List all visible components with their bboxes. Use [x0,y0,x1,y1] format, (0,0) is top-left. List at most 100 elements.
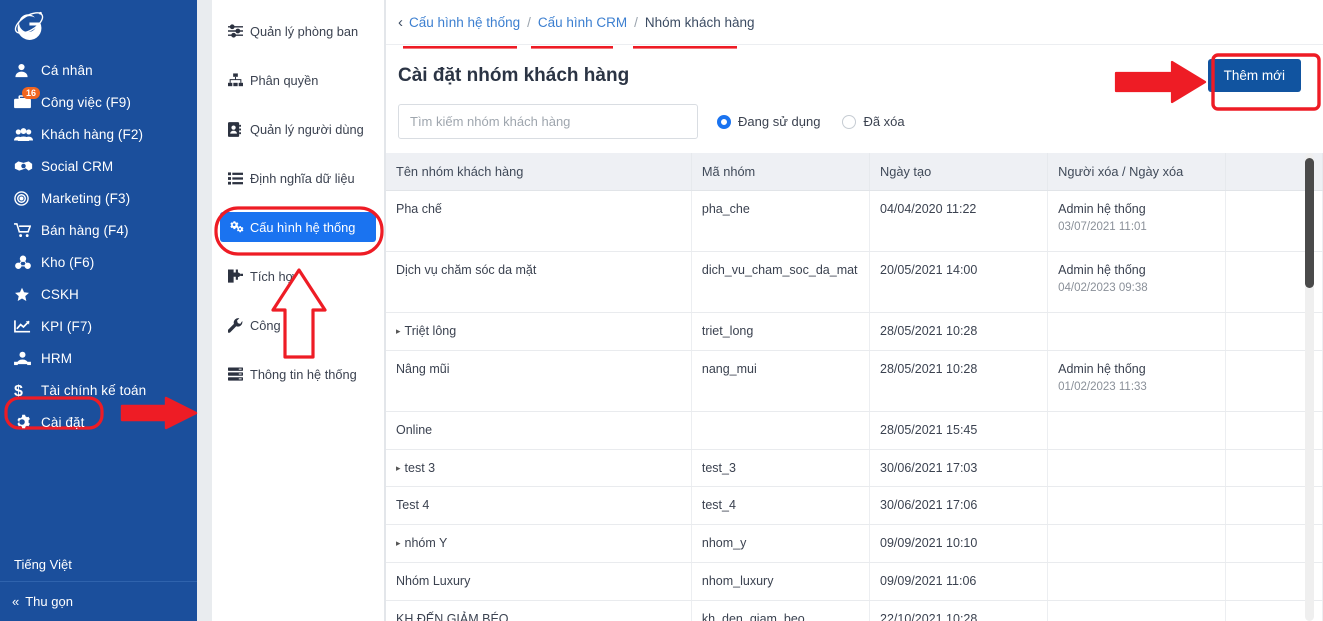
cogs-icon [228,220,250,234]
submenu-item-quan-ly-phong-ban[interactable]: Quản lý phòng ban [220,16,376,46]
sidebar-item-marketing[interactable]: Marketing (F3) [0,182,197,214]
table-head: Tên nhóm khách hàng Mã nhóm Ngày tạo Ngư… [386,153,1323,192]
handshake-icon [14,158,36,174]
sidebar-item-label: Tài chính kế toán [41,382,147,398]
cell-name: Online [386,411,692,450]
cell-created: 04/04/2020 11:22 [869,190,1049,253]
sidebar-item-kho[interactable]: Kho (F6) [0,246,197,278]
language-selector[interactable]: Tiếng Việt [0,547,197,581]
row-name-text: test 3 [404,460,436,475]
submenu-item-cau-hinh-he-thong[interactable]: Cấu hình hệ thống [220,212,376,242]
sidebar-item-ca-nhan[interactable]: Cá nhân [0,54,197,86]
col-ma-nhom[interactable]: Mã nhóm [691,153,871,192]
cell-created: 30/06/2021 17:03 [869,449,1049,488]
submenu-item-label: Quản lý phòng ban [250,23,359,39]
submenu-item-label: Định nghĩa dữ liệu [250,170,355,186]
cell-name: ▸ test 3 [386,449,692,488]
sidebar-item-cong-viec[interactable]: 16 Công việc (F9) [0,86,197,118]
submenu-item-label: Cấu hình hệ thống [250,219,356,235]
table-row[interactable]: Dịch vụ chăm sóc da mặt dich_vu_cham_soc… [386,251,1323,314]
breadcrumb-link-1[interactable]: Cấu hình hệ thống [409,15,520,30]
submenu-item-thong-tin-he-thong[interactable]: Thông tin hệ thống [220,359,376,389]
customer-group-table-container: Tên nhóm khách hàng Mã nhóm Ngày tạo Ngư… [386,153,1323,621]
sidebar-item-cai-dat[interactable]: Cài đặt [0,406,197,438]
expand-caret-icon[interactable]: ▸ [396,538,401,548]
gear-icon [14,414,36,430]
cell-code: kh_den_giam_beo [691,600,871,621]
cell-deleted: Admin hệ thống 01/02/2023 11:33 [1047,350,1227,412]
submenu-item-cong-cu[interactable]: Công cụ [220,310,376,340]
table-scrollbar-thumb[interactable] [1305,158,1314,289]
app-logo[interactable] [0,0,197,50]
submenu-item-label: Tích hợp [250,268,302,284]
cell-deleted [1047,411,1227,450]
deleted-at: 01/02/2023 11:33 [1058,380,1147,393]
sidebar-item-label: Marketing (F3) [41,190,131,206]
sidebar-item-cskh[interactable]: CSKH [0,278,197,310]
sidebar-item-label: Bán hàng (F4) [41,222,129,238]
table-header-row: Tên nhóm khách hàng Mã nhóm Ngày tạo Ngư… [386,153,1323,192]
expand-caret-icon[interactable]: ▸ [396,463,401,473]
sidebar-item-label: Kho (F6) [41,254,95,270]
chart-line-icon [14,318,36,334]
submenu-item-quan-ly-nguoi-dung[interactable]: Quản lý người dùng [220,114,376,144]
chevron-left-icon[interactable]: ‹ [398,14,403,31]
cell-code: test_4 [691,486,871,526]
table-row[interactable]: ▸ nhóm Y nhom_y 09/09/2021 10:10 [386,524,1323,563]
breadcrumb-link-2[interactable]: Cấu hình CRM [538,15,627,30]
star-icon [14,286,36,302]
deleted-at: 03/07/2021 11:01 [1058,220,1147,233]
table-scrollbar-track[interactable] [1305,153,1314,621]
cell-code [691,411,871,450]
cell-code: nang_mui [691,350,871,412]
search-input[interactable] [398,104,698,140]
cell-code: nhom_luxury [691,562,871,601]
hrm-people-icon [14,350,36,366]
table-row[interactable]: Online 28/05/2021 15:45 [386,411,1323,450]
add-new-button[interactable]: Thêm mới [1207,59,1301,93]
radio-da-xoa[interactable]: Đã xóa [842,114,905,129]
col-nguoi-xoa[interactable]: Người xóa / Ngày xóa [1047,153,1227,192]
col-ngay-tao[interactable]: Ngày tạo [869,153,1049,192]
address-book-icon [228,121,250,137]
table-row[interactable]: KH ĐẾN GIẢM BÉO kh_den_giam_beo 22/10/20… [386,600,1323,621]
cell-name: Test 4 [386,486,692,526]
sidebar-item-kpi[interactable]: KPI (F7) [0,310,197,342]
sidebar-item-tai-chinh[interactable]: $ Tài chính kế toán [0,374,197,406]
cell-deleted: Admin hệ thống 04/02/2023 09:38 [1047,251,1227,314]
submenu-item-dinh-nghia-du-lieu[interactable]: Định nghĩa dữ liệu [220,163,376,193]
sidebar-item-social-crm[interactable]: Social CRM [0,150,197,182]
sidebar-item-hrm[interactable]: HRM [0,342,197,374]
table-row[interactable]: Nâng mũi nang_mui 28/05/2021 10:28 Admin… [386,350,1323,412]
cell-deleted [1047,312,1227,351]
cell-created: 28/05/2021 10:28 [869,312,1049,351]
radio-dang-su-dung[interactable]: Đang sử dụng [717,114,820,129]
page-header: Cài đặt nhóm khách hàng Thêm mới [386,45,1323,98]
deleted-by: Admin hệ thống [1058,202,1146,217]
sidebar-item-ban-hang[interactable]: Bán hàng (F4) [0,214,197,246]
col-ten-nhom[interactable]: Tên nhóm khách hàng [386,153,692,192]
expand-caret-icon[interactable]: ▸ [396,326,401,336]
collapse-sidebar-button[interactable]: « Thu gọn [0,581,197,621]
table-row[interactable]: Nhóm Luxury nhom_luxury 09/09/2021 11:06 [386,562,1323,601]
table-row[interactable]: ▸ test 3 test_3 30/06/2021 17:03 [386,449,1323,488]
row-name-text: nhóm Y [404,536,448,551]
users-icon [14,126,36,142]
submenu-item-tich-hop[interactable]: Tích hợp [220,261,376,291]
cell-code: dich_vu_cham_soc_da_mat [691,251,871,314]
table-row[interactable]: Test 4 test_4 30/06/2021 17:06 [386,486,1323,526]
cell-name: KH ĐẾN GIẢM BÉO [386,600,692,621]
cell-created: 28/05/2021 10:28 [869,350,1049,412]
submenu-item-label: Quản lý người dùng [250,121,364,137]
table-row[interactable]: ▸ Triệt lông triet_long 28/05/2021 10:28 [386,312,1323,351]
breadcrumb-separator: / [527,14,531,30]
table-row[interactable]: Pha chế pha_che 04/04/2020 11:22 Admin h… [386,190,1323,253]
sidebar-item-label: Công việc (F9) [41,94,131,110]
sitemap-icon [228,73,250,87]
target-icon [14,190,36,206]
sidebar-item-khach-hang[interactable]: Khách hàng (F2) [0,118,197,150]
collapse-label: Thu gọn [25,594,73,609]
cell-created: 30/06/2021 17:06 [869,486,1049,526]
sidebar-badge-count: 16 [22,87,41,99]
submenu-item-phan-quyen[interactable]: Phân quyền [220,65,376,95]
